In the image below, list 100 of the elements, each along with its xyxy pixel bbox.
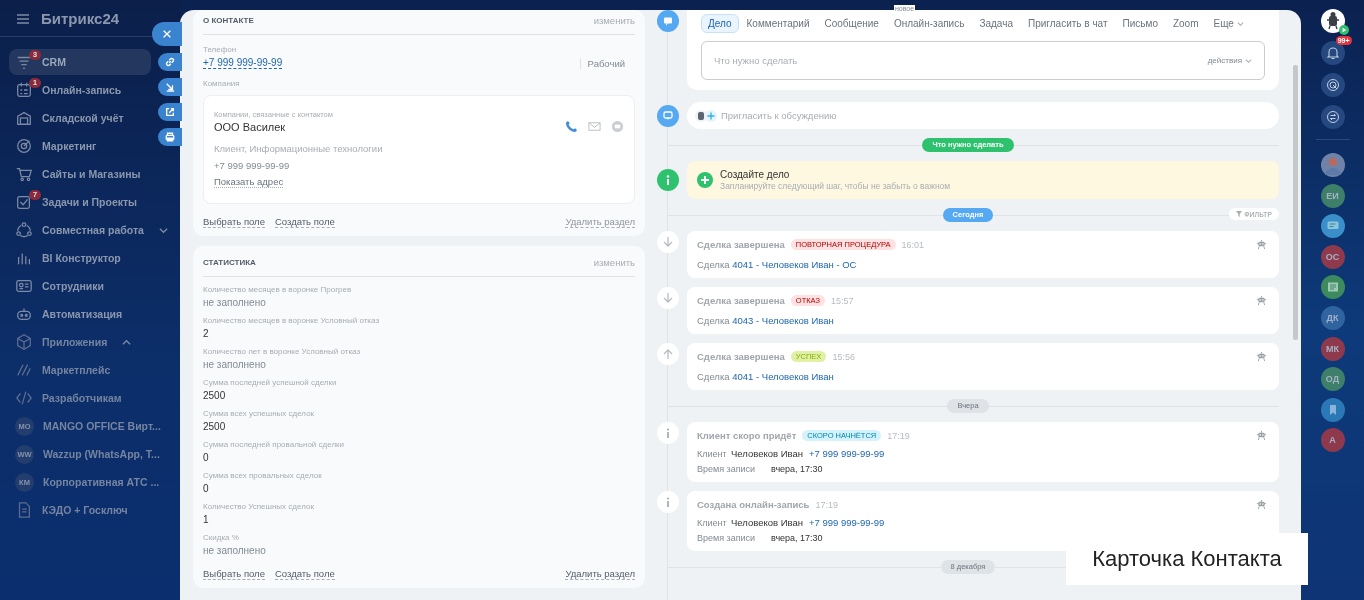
external-link-icon [165,107,175,117]
composer-tab[interactable]: Пригласить в чат [1021,14,1115,33]
chat-avatar[interactable]: ДК [1320,305,1345,330]
sidebar-item[interactable]: 3 CRM [9,49,151,75]
target-icon [15,137,33,155]
field-value: 0 [203,483,210,494]
sidebar-item[interactable]: Приложения [9,329,172,355]
create-task-title: Создайте дело [720,169,791,180]
delete-section-link[interactable]: Удалить раздел [565,568,635,580]
activity-button[interactable] [1320,73,1345,97]
arrow-icon [165,82,175,92]
sidebar-label: Сайты и Магазины [42,168,141,180]
chat-avatar[interactable] [1320,275,1345,300]
chat-button[interactable] [1320,105,1345,129]
phone-link[interactable]: +7 999 999-99-99 [809,448,885,459]
composer-tab[interactable]: Zoom [1165,14,1206,33]
field-label: Скидка % [203,533,240,542]
newspaper-icon [1325,280,1340,295]
arrow-button[interactable] [158,78,182,96]
actions-dropdown[interactable]: действия [1207,56,1252,65]
task-box[interactable]: Что нужно сделать действия [701,41,1265,80]
external-link-button[interactable] [158,103,182,121]
create-field-link[interactable]: Создать поле [274,568,335,580]
chat-icon [657,10,679,32]
composer-tab[interactable]: Дело [701,14,739,33]
sidebar-item[interactable]: 1 Онлайн-запись [9,77,151,103]
invite-field[interactable]: Пригласить к обсуждению [721,110,1271,121]
event-title: Создана онлайн-запись [697,499,810,510]
sidebar-item[interactable]: Разработчикам [9,385,172,411]
deal-link[interactable]: 4041 - Человеков Иван - ОС [732,259,857,270]
client-name[interactable]: Человеков Иван [731,517,803,528]
composer-tab[interactable]: Еще [1206,14,1251,33]
create-task-card[interactable]: Создайте дело Запланируйте следующий шаг, чтобы не забыть о важном [687,161,1279,199]
deal-link[interactable]: 4041 - Человеков Иван [732,371,834,382]
link-button[interactable] [158,53,182,71]
sidebar-item[interactable]: Сайты и Магазины [9,161,172,187]
add-user-icon[interactable] [695,108,717,123]
invite-box[interactable]: Пригласить к обсуждению [687,102,1279,129]
sidebar-item[interactable]: BI Конструктор [9,245,172,271]
field-label: Сумма всех провальных сделок [203,471,323,480]
field-value: не заполнено [203,359,267,370]
sidebar-label: Корпоративная АТС ... [43,476,160,488]
sidebar-item[interactable]: Совместная работа [9,217,172,243]
notifications-button[interactable] [1320,41,1345,65]
sidebar-item[interactable]: Маркетинг [9,133,151,159]
id-card-icon [15,277,33,295]
show-address-link[interactable]: Показать адрес [214,176,284,188]
deal-label: Сделка [697,315,730,326]
sidebar-item[interactable]: 7 Задачи и Проекты [9,189,172,215]
task-input-field[interactable]: Что нужно сделать [714,55,1208,66]
arrow-down-icon [657,231,679,253]
chevron-icon[interactable] [122,337,132,347]
sidebar-label: BI Конструктор [42,252,121,264]
sidebar-item[interactable]: КЭДО + Госключ [9,497,172,523]
event-time: 17:19 [815,499,838,510]
deal-link[interactable]: 4043 - Человеков Иван [732,315,834,326]
close-button[interactable] [152,22,182,46]
count-badge: 7 [29,190,41,200]
chevron-icon [1236,20,1244,27]
chat-avatar[interactable]: А [1320,428,1345,453]
deal-label: Сделка [697,371,730,382]
composer-tab[interactable]: Сообщение [817,14,886,33]
field-label: Время записи [697,464,757,474]
field-label: Клиент [697,449,725,459]
chat-avatar[interactable]: МК [1320,336,1345,361]
sidebar-item[interactable]: Складской учёт [9,105,151,131]
chat-avatar[interactable] [1320,214,1345,239]
count-badge: 3 [29,50,41,60]
arrow-up-icon [657,343,679,365]
phone-link[interactable]: +7 999 999-99-99 [809,517,885,528]
sidebar-label: Маркетинг [42,140,97,152]
client-name[interactable]: Человеков Иван [731,448,803,459]
composer-tab[interactable]: Письмо [1115,14,1165,33]
field-label: Сумма последней провальной сделки [203,440,346,449]
phone-link[interactable]: +7 999 999-99-99 [203,57,283,69]
sidebar-item[interactable]: Сотрудники [9,273,172,299]
composer-tab[interactable]: Задача [972,14,1020,33]
event-title: Сделка завершена [697,295,785,306]
phone-icon[interactable] [565,120,578,133]
chat-avatar[interactable]: ОС [1320,244,1345,269]
cart-icon [15,165,33,183]
field-label: Клиент [697,518,725,528]
sidebar-item[interactable]: Автоматизация [9,301,172,327]
company-name[interactable]: ООО Василек [214,121,383,133]
choose-field-link[interactable]: Выбрать поле [203,568,265,580]
menu-icon[interactable] [17,13,29,24]
info-icon [657,422,679,444]
choose-field-link[interactable]: Выбрать поле [203,216,265,228]
field-value: 1 [203,514,210,525]
event-title: Сделка завершена [697,351,785,362]
sidebar-label: Автоматизация [42,308,123,320]
print-button[interactable] [158,128,182,146]
scrollbar[interactable] [1293,65,1298,340]
composer-tab[interactable]: Комментарий [739,14,817,33]
chat-avatar[interactable] [1320,397,1345,422]
chevron-icon[interactable] [158,225,168,235]
booking-time: вчера, 17:30 [771,533,823,543]
sidebar-label: Совместная работа [42,224,144,236]
create-field-link[interactable]: Создать поле [274,216,335,228]
sidebar-item[interactable]: Маркетплейс [9,357,172,383]
